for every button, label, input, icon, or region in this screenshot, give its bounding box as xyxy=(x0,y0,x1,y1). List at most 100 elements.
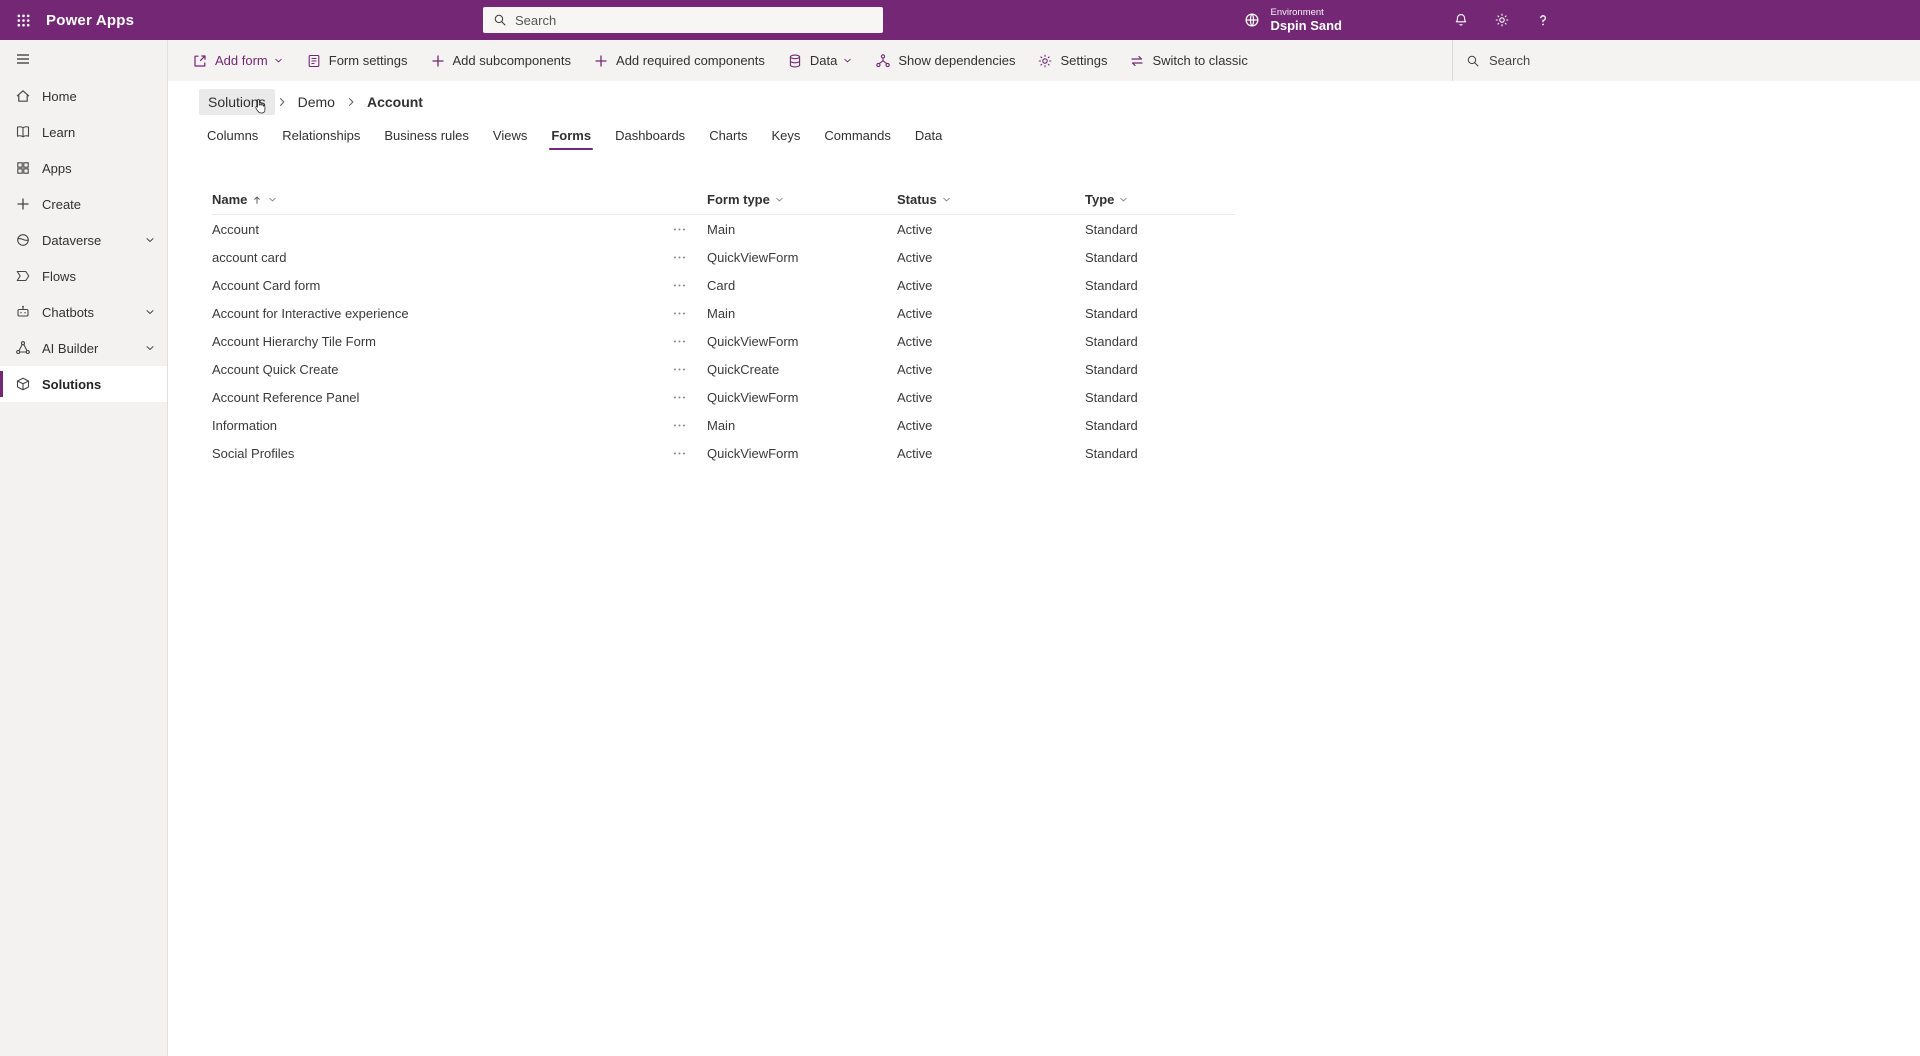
grid-row[interactable]: account cardQuickViewFormActiveStandard xyxy=(212,243,1235,271)
column-header-type[interactable]: Type xyxy=(1085,192,1235,207)
grid-row[interactable]: Account Card formCardActiveStandard xyxy=(212,271,1235,299)
notifications-button[interactable] xyxy=(1440,0,1481,40)
breadcrumb-item-account[interactable]: Account xyxy=(358,89,432,115)
app-launcher-button[interactable] xyxy=(0,0,46,40)
sidebar-item-home[interactable]: Home xyxy=(0,78,167,114)
chevron-down-icon[interactable] xyxy=(144,306,156,318)
environment-label: Environment xyxy=(1270,7,1342,18)
sidebar-item-chatbots[interactable]: Chatbots xyxy=(0,294,167,330)
command-bar-search[interactable] xyxy=(1452,40,1920,81)
more-icon xyxy=(672,362,687,377)
grid-row[interactable]: Account for Interactive experienceMainAc… xyxy=(212,299,1235,327)
column-header-status[interactable]: Status xyxy=(897,192,1085,207)
column-header-name[interactable]: Name xyxy=(212,192,662,207)
sidebar-item-create[interactable]: Create xyxy=(0,186,167,222)
apps-icon xyxy=(15,160,31,176)
column-label: Name xyxy=(212,192,247,207)
switch-icon xyxy=(1129,53,1145,69)
tab-views[interactable]: Views xyxy=(481,119,539,153)
home-icon xyxy=(15,88,31,104)
tab-data[interactable]: Data xyxy=(903,119,954,153)
command-settings[interactable]: Settings xyxy=(1026,40,1118,81)
help-button[interactable] xyxy=(1522,0,1563,40)
column-header-form_type[interactable]: Form type xyxy=(707,192,897,207)
grid-row[interactable]: Account Reference PanelQuickViewFormActi… xyxy=(212,383,1235,411)
grid-row[interactable]: Account Hierarchy Tile FormQuickViewForm… xyxy=(212,327,1235,355)
row-more-button[interactable] xyxy=(662,278,707,293)
cell-type: Standard xyxy=(1085,278,1235,293)
cell-name[interactable]: account card xyxy=(212,250,662,265)
tab-columns[interactable]: Columns xyxy=(195,119,270,153)
settings-gear-button[interactable] xyxy=(1481,0,1522,40)
tab-dashboards[interactable]: Dashboards xyxy=(603,119,697,153)
cell-name[interactable]: Account Hierarchy Tile Form xyxy=(212,334,662,349)
sidebar-toggle-button[interactable] xyxy=(0,40,167,78)
environment-picker[interactable]: Environment Dspin Sand xyxy=(1233,7,1352,33)
cell-name[interactable]: Account Quick Create xyxy=(212,362,662,377)
chevron-down-icon xyxy=(842,55,853,66)
row-more-button[interactable] xyxy=(662,306,707,321)
row-more-button[interactable] xyxy=(662,222,707,237)
tab-business-rules[interactable]: Business rules xyxy=(372,119,481,153)
add-form-icon xyxy=(192,53,208,69)
row-more-button[interactable] xyxy=(662,418,707,433)
command-add-required-components[interactable]: Add required components xyxy=(582,40,776,81)
row-more-button[interactable] xyxy=(662,362,707,377)
tab-forms[interactable]: Forms xyxy=(539,119,603,153)
grid-row[interactable]: Social ProfilesQuickViewFormActiveStanda… xyxy=(212,439,1235,467)
cell-name[interactable]: Social Profiles xyxy=(212,446,662,461)
chevron-down-icon[interactable] xyxy=(144,342,156,354)
sidebar-item-label: Solutions xyxy=(42,377,101,392)
waffle-icon xyxy=(16,13,31,28)
command-bar-search-input[interactable] xyxy=(1489,53,1709,68)
row-more-button[interactable] xyxy=(662,390,707,405)
breadcrumb-item-demo[interactable]: Demo xyxy=(289,89,344,115)
global-search-input[interactable] xyxy=(515,13,873,28)
dataverse-icon xyxy=(15,232,31,248)
command-switch-to-classic[interactable]: Switch to classic xyxy=(1118,40,1258,81)
global-search[interactable] xyxy=(483,7,883,33)
cell-name[interactable]: Information xyxy=(212,418,662,433)
grid-row[interactable]: Account Quick CreateQuickCreateActiveSta… xyxy=(212,355,1235,383)
command-add-subcomponents[interactable]: Add subcomponents xyxy=(419,40,583,81)
cell-name[interactable]: Account Reference Panel xyxy=(212,390,662,405)
grid-row[interactable]: AccountMainActiveStandard xyxy=(212,215,1235,243)
chevron-down-icon[interactable] xyxy=(144,234,156,246)
command-show-dependencies[interactable]: Show dependencies xyxy=(864,40,1026,81)
more-icon xyxy=(672,306,687,321)
command-label: Settings xyxy=(1060,53,1107,68)
bell-icon xyxy=(1453,12,1469,28)
cell-name[interactable]: Account xyxy=(212,222,662,237)
breadcrumb-item-solutions[interactable]: Solutions xyxy=(199,89,275,115)
app-header: Power Apps Environment Dspin Sand xyxy=(0,0,1920,40)
tab-commands[interactable]: Commands xyxy=(812,119,902,153)
sidebar-item-label: Create xyxy=(42,197,81,212)
command-form-settings[interactable]: Form settings xyxy=(295,40,419,81)
grid-row[interactable]: InformationMainActiveStandard xyxy=(212,411,1235,439)
sidebar-item-learn[interactable]: Learn xyxy=(0,114,167,150)
sidebar-item-label: Flows xyxy=(42,269,76,284)
tab-keys[interactable]: Keys xyxy=(759,119,812,153)
sidebar-item-apps[interactable]: Apps xyxy=(0,150,167,186)
cell-status: Active xyxy=(897,306,1085,321)
cell-name[interactable]: Account for Interactive experience xyxy=(212,306,662,321)
command-add-form[interactable]: Add form xyxy=(181,40,295,81)
sidebar-item-dataverse[interactable]: Dataverse xyxy=(0,222,167,258)
form-settings-icon xyxy=(306,53,322,69)
command-data[interactable]: Data xyxy=(776,40,864,81)
cell-form-type: QuickViewForm xyxy=(707,446,897,461)
tab-relationships[interactable]: Relationships xyxy=(270,119,372,153)
sidebar-item-solutions[interactable]: Solutions xyxy=(0,366,167,402)
more-icon xyxy=(672,334,687,349)
row-more-button[interactable] xyxy=(662,334,707,349)
row-more-button[interactable] xyxy=(662,446,707,461)
search-icon xyxy=(493,13,507,27)
data-icon xyxy=(787,53,803,69)
row-more-button[interactable] xyxy=(662,250,707,265)
sidebar-item-ai-builder[interactable]: AI Builder xyxy=(0,330,167,366)
cell-name[interactable]: Account Card form xyxy=(212,278,662,293)
sidebar-item-flows[interactable]: Flows xyxy=(0,258,167,294)
command-label: Add required components xyxy=(616,53,765,68)
chevron-down-icon xyxy=(774,194,785,205)
tab-charts[interactable]: Charts xyxy=(697,119,759,153)
